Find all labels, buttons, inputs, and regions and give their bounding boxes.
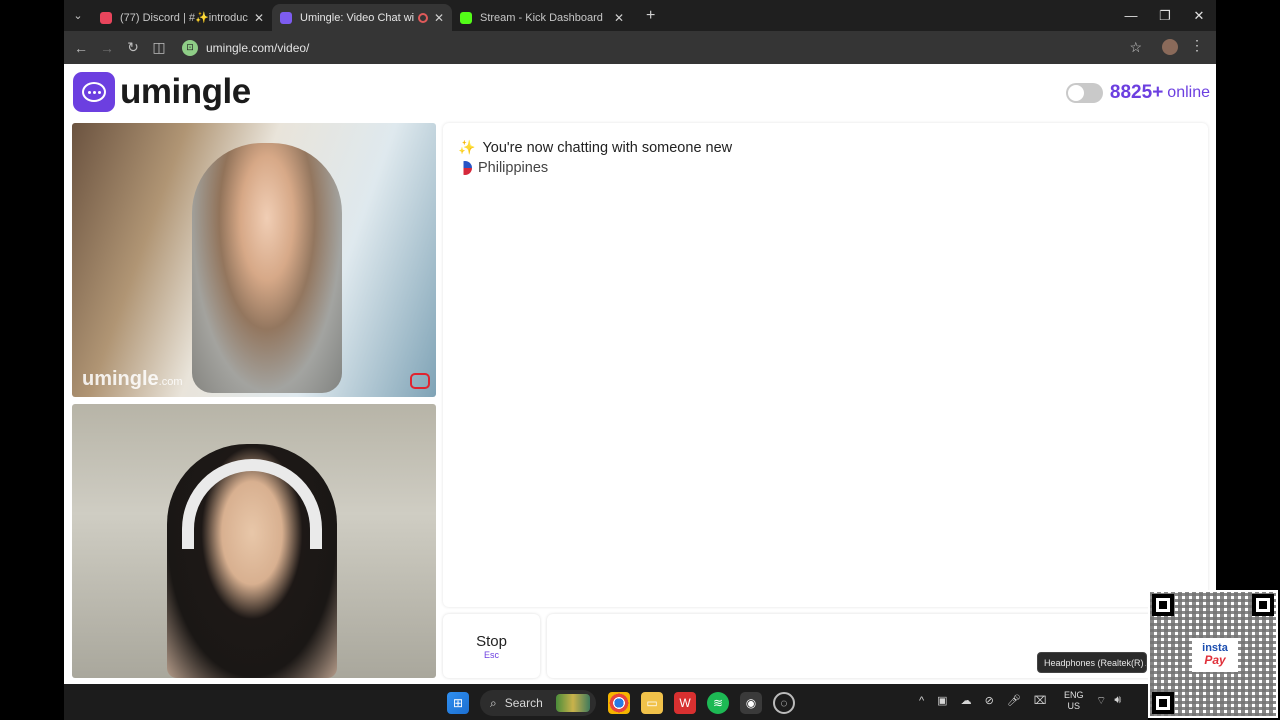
spotify-icon[interactable]: ≋ (707, 692, 729, 714)
qr-code-overlay: insta Pay (1148, 590, 1278, 718)
new-tab-plus-icon[interactable]: + (646, 7, 655, 25)
qr-finder-icon (1152, 594, 1174, 616)
online-count: 8825+ (1109, 82, 1164, 103)
tray-muted-icon[interactable]: ⊘ (985, 694, 994, 707)
obs-icon[interactable]: ◌ (773, 692, 795, 714)
split-view-icon[interactable]: ◫ (146, 39, 172, 56)
chrome-active-icon[interactable]: ◉ (740, 692, 762, 714)
site-info-icon[interactable]: ⊡ (182, 39, 198, 56)
bookmark-star-icon[interactable]: ☆ (1129, 39, 1142, 56)
tab-title: Umingle: Video Chat with St (300, 11, 414, 24)
online-label: online (1167, 84, 1210, 101)
url-text[interactable]: umingle.com/video/ (206, 41, 309, 55)
video-watermark: umingle.com (82, 368, 183, 390)
screen: ⌄ (77) Discord | #✨introduction ✕ Umingl… (0, 0, 1280, 720)
dark-mode-toggle[interactable] (1065, 83, 1103, 103)
omnibox[interactable]: ⊡ umingle.com/video/ (182, 34, 1156, 61)
online-indicator: 8825+ online (1065, 82, 1210, 104)
chat-panel: ✨ You're now chatting with someone new P… (443, 123, 1208, 607)
back-arrow-icon[interactable]: ← (68, 40, 94, 56)
chat-bubble-logo-icon (73, 72, 115, 112)
tab-title: (77) Discord | #✨introduction (120, 12, 248, 24)
stop-button[interactable]: Stop Esc (443, 614, 540, 678)
wps-office-icon[interactable]: W (674, 692, 696, 714)
volume-icon: 🔊︎ (1114, 694, 1122, 706)
input-language-indicator[interactable]: ENG US (1064, 690, 1084, 712)
file-explorer-icon[interactable]: ▭ (641, 692, 663, 714)
chrome-icon[interactable] (608, 692, 630, 714)
search-icon: ⌕ (490, 695, 497, 710)
tab-search-chevron-icon[interactable]: ⌄ (64, 0, 92, 31)
window-controls: — ❐ ✕ (1114, 8, 1216, 24)
forward-arrow-icon[interactable]: → (94, 40, 120, 56)
chat-country-line: Philippines (458, 160, 548, 176)
chat-status-line: ✨ You're now chatting with someone new (458, 139, 732, 156)
tab-kick[interactable]: Stream - Kick Dashboard ✕ (452, 4, 632, 31)
menu-kebab-icon[interactable]: ⋮ (1190, 37, 1204, 54)
philippines-flag-icon (458, 161, 472, 175)
logo-text: umingle (120, 72, 251, 111)
tab-discord[interactable]: (77) Discord | #✨introduction ✕ (92, 4, 272, 31)
profile-avatar[interactable] (1162, 39, 1178, 55)
search-label: Search (504, 696, 543, 710)
remote-video: umingle.com (72, 123, 436, 397)
restore-icon[interactable]: ❐ (1148, 8, 1182, 24)
tray-cloud-icon[interactable]: ☁ (961, 694, 972, 707)
close-tab-icon[interactable]: ✕ (254, 11, 264, 25)
tab-title: Stream - Kick Dashboard (480, 11, 603, 24)
audio-device-tooltip: Headphones (Realtek(R) A (1037, 652, 1147, 673)
close-tab-icon[interactable]: ✕ (614, 11, 624, 25)
reload-icon[interactable]: ↻ (120, 39, 146, 56)
minimize-icon[interactable]: — (1114, 8, 1148, 24)
local-video (72, 404, 436, 678)
umingle-favicon-icon (280, 11, 292, 24)
browser-tab-bar: ⌄ (77) Discord | #✨introduction ✕ Umingl… (64, 0, 1216, 31)
instapay-logo: insta Pay (1192, 638, 1238, 672)
recording-indicator-icon (417, 12, 428, 23)
site-logo[interactable]: umingle (73, 72, 251, 112)
taskbar-search[interactable]: ⌕ Search (480, 690, 596, 716)
country-text: Philippines (478, 160, 549, 176)
microphone-icon[interactable]: 🎤︎ (1007, 694, 1021, 707)
tab-umingle[interactable]: Umingle: Video Chat with St ✕ (272, 4, 452, 31)
qr-finder-icon (1252, 594, 1274, 616)
windows-taskbar: ⊞ ⌕ Search ▭ W ≋ ◉ ◌ ^ ▣ ☁ ⊘ 🎤︎ ⌧ ENG US (64, 684, 1148, 720)
sparkle-icon: ✨ (458, 139, 476, 155)
search-highlight-image (556, 694, 590, 712)
windows-start-icon[interactable]: ⊞ (447, 692, 469, 714)
close-window-icon[interactable]: ✕ (1182, 8, 1216, 24)
chat-status-text: You're now chatting with someone new (482, 139, 733, 156)
web-page: umingle 8825+ online umingle.com ✨ You'r… (64, 64, 1216, 684)
address-bar-row: ← → ↻ ◫ ⊡ umingle.com/video/ ☆ ⋮ (64, 31, 1216, 64)
tray-display-icon[interactable]: ⌧ (1034, 694, 1047, 707)
close-tab-icon[interactable]: ✕ (434, 11, 444, 25)
stranger-video-feed (192, 143, 342, 393)
tray-app-icon[interactable]: ▣ (937, 694, 947, 707)
quick-settings[interactable]: ⌔ 🔊︎ (1096, 694, 1121, 708)
kick-favicon-icon (460, 11, 472, 24)
stop-label: Stop (476, 633, 507, 650)
report-heart-icon[interactable] (410, 373, 430, 389)
show-hidden-icons-chevron-icon[interactable]: ^ (919, 695, 924, 707)
wifi-icon: ⌔ (1096, 695, 1107, 707)
qr-finder-icon (1152, 692, 1174, 714)
discord-favicon-icon (100, 11, 112, 24)
stop-shortcut-hint: Esc (483, 650, 499, 660)
system-tray: ^ ▣ ☁ ⊘ 🎤︎ ⌧ (919, 694, 1047, 708)
